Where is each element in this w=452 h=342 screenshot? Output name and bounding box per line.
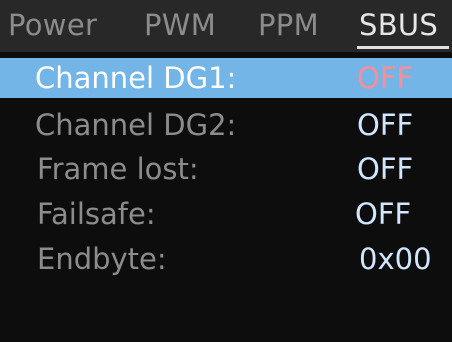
row-label-channel-dg1: Channel DG1:	[35, 61, 237, 95]
row-value-channel-dg2: OFF	[357, 108, 414, 142]
row-value-channel-dg1: OFF	[357, 61, 414, 95]
row-label-channel-dg2: Channel DG2:	[35, 108, 237, 142]
tab-bar: Power PWM PPM SBUS	[0, 0, 452, 52]
sbus-status-screen: Power PWM PPM SBUS Channel DG1: OFF Chan…	[0, 0, 452, 342]
row-failsafe[interactable]: Failsafe: OFF	[0, 194, 452, 234]
row-value-frame-lost: OFF	[357, 152, 414, 186]
row-label-frame-lost: Frame lost:	[37, 152, 199, 186]
row-frame-lost[interactable]: Frame lost: OFF	[0, 149, 452, 189]
active-tab-indicator	[357, 46, 449, 49]
row-label-failsafe: Failsafe:	[37, 197, 156, 231]
row-channel-dg1[interactable]: Channel DG1: OFF	[0, 58, 452, 98]
row-value-failsafe: OFF	[355, 197, 412, 231]
tab-pwm[interactable]: PWM	[144, 3, 216, 47]
tab-power[interactable]: Power	[8, 3, 97, 47]
row-label-endbyte: Endbyte:	[37, 242, 167, 276]
tab-ppm[interactable]: PPM	[258, 3, 319, 47]
tab-sbus[interactable]: SBUS	[359, 3, 438, 47]
row-channel-dg2[interactable]: Channel DG2: OFF	[0, 105, 452, 145]
row-value-endbyte: 0x00	[359, 242, 432, 276]
row-endbyte[interactable]: Endbyte: 0x00	[0, 239, 452, 279]
